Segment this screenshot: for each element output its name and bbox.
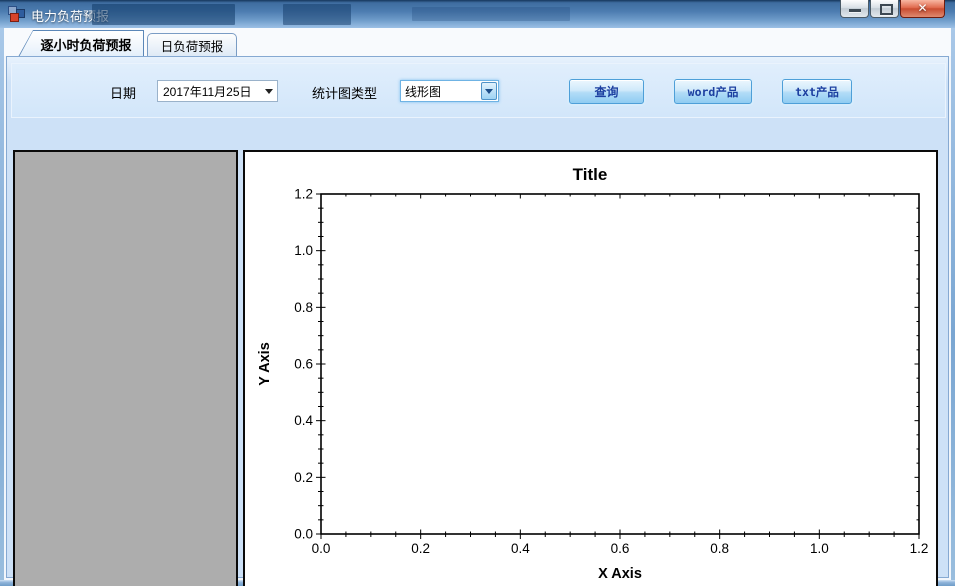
date-label: 日期 <box>110 86 137 101</box>
chart-type-value: 线形图 <box>405 84 442 99</box>
svg-text:0.2: 0.2 <box>294 470 313 485</box>
svg-text:0.0: 0.0 <box>294 527 313 542</box>
chevron-down-icon[interactable] <box>481 82 497 100</box>
date-picker-value: 2017年11月25日 <box>163 84 252 99</box>
window-border-right <box>951 28 955 586</box>
tab-strip: 逐小时负荷预报 日负荷预报 <box>4 28 951 57</box>
svg-text:0.6: 0.6 <box>294 357 313 372</box>
svg-text:0.4: 0.4 <box>511 541 530 556</box>
chart-panel: 0.0 0.2 0.4 0.6 0.8 1.0 1.2 0.0 0.2 0.4 0.6 0.8 1.0 1… <box>243 150 938 586</box>
titlebar-redaction <box>92 4 235 25</box>
window-controls <box>840 0 945 18</box>
titlebar-redaction <box>412 7 570 21</box>
svg-text:Title: Title <box>573 165 608 184</box>
txt-product-button[interactable]: txt产品 <box>782 79 852 104</box>
svg-text:0.4: 0.4 <box>294 413 313 428</box>
tab-hourly-forecast[interactable]: 逐小时负荷预报 <box>18 30 144 57</box>
svg-text:1.2: 1.2 <box>294 187 313 202</box>
maximize-button[interactable] <box>870 0 899 18</box>
chart-type-combobox[interactable]: 线形图 <box>400 80 499 102</box>
toolbar: 日期 2017年11月25日 统计图类型 线形图 查询 word产品 txt产品 <box>11 63 946 118</box>
titlebar[interactable]: 电力负荷预报 <box>0 0 955 28</box>
svg-text:0.0: 0.0 <box>312 541 331 556</box>
tab-page: 日期 2017年11月25日 统计图类型 线形图 查询 word产品 txt产品… <box>6 56 949 586</box>
query-button[interactable]: 查询 <box>569 79 644 104</box>
minimize-button[interactable] <box>840 0 869 18</box>
svg-text:Y Axis: Y Axis <box>257 342 273 386</box>
svg-text:0.8: 0.8 <box>294 300 313 315</box>
chart-type-label: 统计图类型 <box>312 86 378 101</box>
svg-text:0.6: 0.6 <box>611 541 630 556</box>
tab-hourly-forecast-label: 逐小时负荷预报 <box>19 31 143 57</box>
word-product-button[interactable]: word产品 <box>674 79 752 104</box>
client-area: 逐小时负荷预报 日负荷预报 日期 2017年11月25日 统计图类型 线形图 查… <box>4 28 951 586</box>
svg-text:0.2: 0.2 <box>411 541 430 556</box>
close-button[interactable] <box>900 0 945 18</box>
app-window: 电力负荷预报 逐小时负荷预报 日负荷预报 日期 <box>0 0 955 586</box>
svg-text:1.2: 1.2 <box>910 541 929 556</box>
svg-text:1.0: 1.0 <box>810 541 829 556</box>
tab-daily-forecast-label: 日负荷预报 <box>160 40 224 54</box>
svg-text:1.0: 1.0 <box>294 243 313 258</box>
titlebar-redaction <box>283 4 351 25</box>
chart-svg: 0.0 0.2 0.4 0.6 0.8 1.0 1.2 0.0 0.2 0.4 0.6 0.8 1.0 1… <box>257 165 929 582</box>
left-panel <box>13 150 238 586</box>
svg-text:0.8: 0.8 <box>710 541 729 556</box>
date-picker[interactable]: 2017年11月25日 <box>157 80 278 102</box>
svg-text:X Axis: X Axis <box>598 566 642 582</box>
chevron-down-icon[interactable] <box>261 88 277 94</box>
tab-daily-forecast[interactable]: 日负荷预报 <box>147 33 237 57</box>
app-icon <box>8 6 25 22</box>
